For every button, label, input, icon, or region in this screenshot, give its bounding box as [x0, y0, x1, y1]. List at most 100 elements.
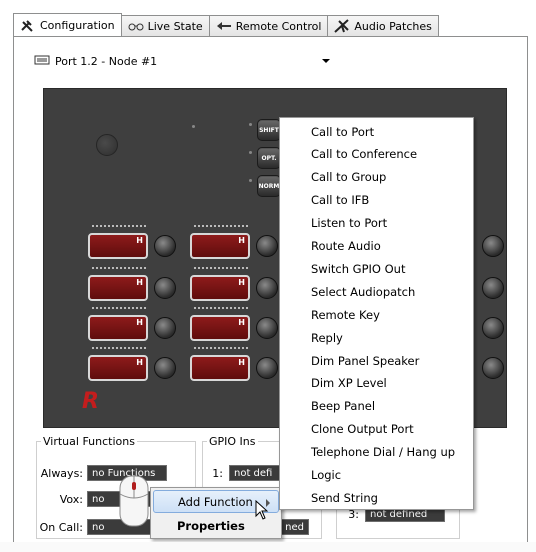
panel-key[interactable]: H [88, 233, 148, 259]
vf-label: Vox: [59, 492, 83, 506]
key-knob[interactable] [256, 235, 278, 257]
menu-item-label: Call to Port [311, 124, 375, 139]
function-menu-item[interactable]: Telephone Dial / Hang up [280, 441, 473, 464]
menu-item-label: Beep Panel [311, 399, 376, 414]
menu-item-label: Reply [311, 330, 343, 345]
panel-key[interactable]: H [190, 315, 250, 341]
function-menu-item[interactable]: Call to Port [280, 120, 473, 143]
key-label: H [136, 236, 143, 245]
port-icon [34, 54, 50, 68]
function-menu-item[interactable]: Call to IFB [280, 189, 473, 212]
function-menu-item[interactable]: Route Audio [280, 235, 473, 258]
menu-item-label: Properties [177, 518, 245, 533]
menu-item-label: Switch GPIO Out [311, 261, 406, 276]
chevron-down-icon [322, 59, 330, 63]
status-strip [0, 542, 536, 552]
function-menu-item[interactable]: Select Audiopatch [280, 280, 473, 303]
menu-item-label: Call to Conference [311, 147, 418, 162]
patch-icon [334, 19, 350, 33]
menu-item-label: Remote Key [311, 307, 380, 322]
menu-item-label: Call to IFB [311, 193, 370, 208]
key-knob[interactable] [482, 235, 504, 257]
panel-key[interactable]: H [88, 315, 148, 341]
key-indicator-dots [194, 267, 248, 270]
menu-item-label: Telephone Dial / Hang up [311, 445, 456, 460]
function-menu-item[interactable]: Logic [280, 464, 473, 487]
menu-item-label: Dim Panel Speaker [311, 353, 420, 368]
function-menu-item[interactable]: Dim XP Level [280, 372, 473, 395]
logo-letter: R [82, 389, 99, 414]
panel-key[interactable]: H [190, 233, 250, 259]
key-knob[interactable] [482, 317, 504, 339]
round-knob[interactable] [96, 134, 118, 156]
key-indicator-dots [92, 347, 146, 350]
tab-configuration[interactable]: Configuration [13, 13, 122, 36]
key-label: H [238, 278, 245, 287]
menu-item-label: Add Function [178, 494, 253, 509]
function-menu-item[interactable]: Send String [280, 486, 473, 509]
tab-label: Audio Patches [354, 19, 432, 33]
function-menu-item[interactable]: Beep Panel [280, 395, 473, 418]
key-knob[interactable] [256, 357, 278, 379]
brand-logo: R [82, 389, 99, 414]
key-indicator-dots [92, 267, 146, 270]
port-dropdown-value: Port 1.2 - Node #1 [55, 54, 158, 68]
remote-icon [216, 21, 232, 31]
function-menu-item[interactable]: Call to Group [280, 166, 473, 189]
menu-item-label: Select Audiopatch [311, 284, 416, 299]
shift-button[interactable]: SHIFT [257, 119, 281, 141]
status-led [249, 151, 252, 154]
key-knob[interactable] [256, 277, 278, 299]
menu-item-label: Dim XP Level [311, 376, 387, 391]
function-menu-item[interactable]: Listen to Port [280, 212, 473, 235]
opt-button[interactable]: OPT. [257, 147, 281, 169]
key-label: H [238, 236, 245, 245]
panel-key[interactable]: H [190, 355, 250, 381]
tab-live-state[interactable]: Live State [120, 15, 210, 36]
function-menu: Call to Port Call to Conference Call to Gr… [279, 117, 474, 510]
key-indicator-dots [92, 307, 146, 310]
function-menu-item[interactable]: Remote Key [280, 303, 473, 326]
gpio-ins-title: GPIO Ins [209, 435, 256, 448]
status-led [249, 123, 252, 126]
key-knob[interactable] [154, 317, 176, 339]
menu-item-label: Listen to Port [311, 216, 388, 231]
key-indicator-dots [194, 225, 248, 228]
function-menu-item[interactable]: Switch GPIO Out [280, 257, 473, 280]
vf-label: Always: [40, 466, 83, 480]
key-label: H [238, 318, 245, 327]
key-knob[interactable] [482, 357, 504, 379]
tab-label: Remote Control [235, 19, 322, 33]
glasses-icon [128, 21, 144, 31]
status-led [192, 125, 195, 128]
vf-label: On Call: [39, 520, 83, 534]
function-menu-item[interactable]: Clone Output Port [280, 418, 473, 441]
panel-key[interactable]: H [88, 275, 148, 301]
key-knob[interactable] [154, 235, 176, 257]
norm-button[interactable]: NORM [257, 175, 281, 197]
menu-item-label: Call to Group [311, 170, 387, 185]
menu-item-label: Send String [311, 490, 378, 505]
key-indicator-dots [194, 307, 248, 310]
key-knob[interactable] [482, 277, 504, 299]
gpio-in-label: 1: [212, 466, 223, 480]
tab-remote-control[interactable]: Remote Control [208, 15, 329, 36]
key-knob[interactable] [154, 357, 176, 379]
panel-key[interactable]: H [190, 275, 250, 301]
function-menu-item[interactable]: Call to Conference [280, 143, 473, 166]
function-menu-item[interactable]: Reply [280, 326, 473, 349]
key-knob[interactable] [154, 277, 176, 299]
tab-label: Live State [147, 19, 203, 33]
tab-audio-patches[interactable]: Audio Patches [327, 15, 439, 36]
panel-key[interactable]: H [88, 355, 148, 381]
key-label: H [136, 358, 143, 367]
key-label: H [136, 318, 143, 327]
key-indicator-dots [194, 347, 248, 350]
port-dropdown[interactable]: Port 1.2 - Node #1 [34, 51, 334, 71]
status-led [249, 179, 252, 182]
key-label: H [136, 278, 143, 287]
key-knob[interactable] [256, 317, 278, 339]
key-label: H [238, 358, 245, 367]
tab-label: Configuration [40, 18, 115, 32]
function-menu-item[interactable]: Dim Panel Speaker [280, 349, 473, 372]
